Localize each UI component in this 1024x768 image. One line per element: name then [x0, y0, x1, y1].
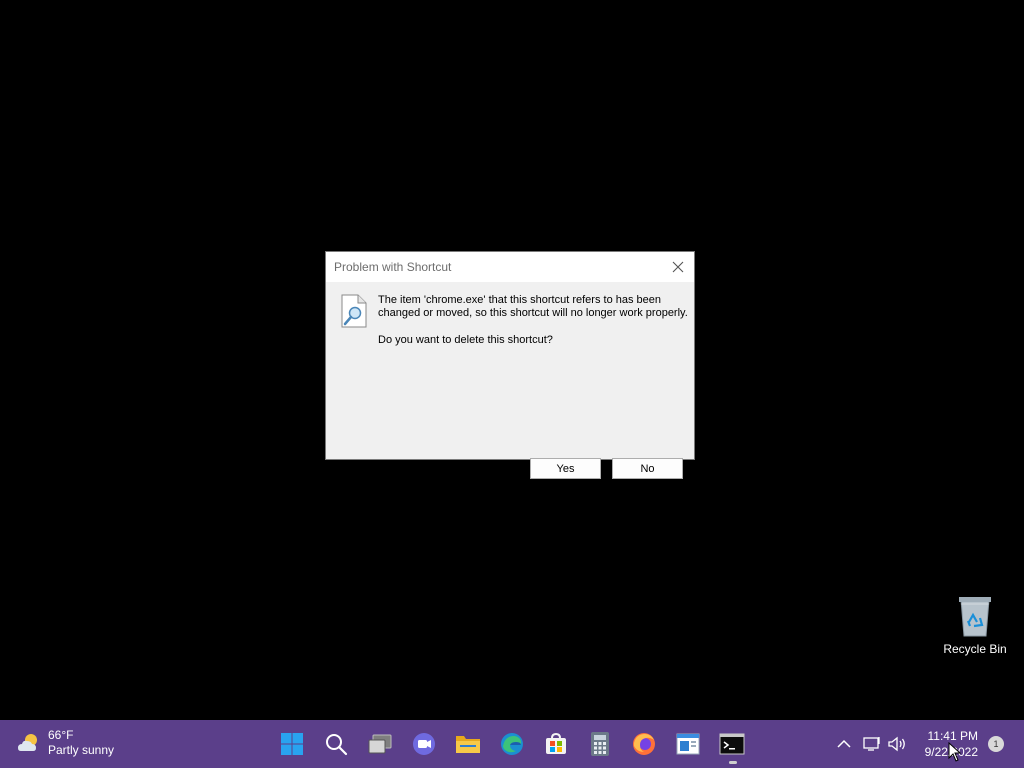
recycle-bin-icon	[959, 597, 991, 637]
notification-count-badge[interactable]: 1	[988, 736, 1004, 752]
task-view-icon	[368, 734, 392, 754]
show-hidden-icons-button[interactable]	[834, 720, 854, 768]
task-view-button[interactable]	[364, 728, 396, 760]
clock[interactable]: 11:41 PM 9/22/2022	[914, 728, 978, 760]
mouse-cursor-icon	[948, 742, 962, 762]
teams-chat-button[interactable]	[408, 728, 440, 760]
message-line-2: changed or moved, so this shortcut will …	[378, 307, 688, 319]
edge-button[interactable]	[496, 728, 528, 760]
close-icon	[672, 261, 684, 273]
no-button[interactable]: No	[612, 458, 683, 479]
dialog-message: The item 'chrome.exe' that this shortcut…	[378, 294, 690, 320]
edge-icon	[501, 733, 523, 755]
terminal-button[interactable]	[716, 728, 748, 760]
windows-logo-icon	[281, 733, 303, 755]
notepad-icon	[676, 733, 700, 755]
store-button[interactable]	[540, 728, 572, 760]
terminal-active-indicator	[729, 761, 737, 764]
calculator-icon	[591, 732, 609, 756]
weather-widget[interactable]: 66°F Partly sunny	[16, 728, 114, 758]
network-button[interactable]	[862, 720, 882, 768]
recycle-bin-shortcut[interactable]: Recycle Bin	[940, 594, 1010, 666]
dialog-question: Do you want to delete this shortcut?	[378, 334, 553, 346]
desktop: Recycle Bin Problem with Shortcut The it…	[0, 0, 1024, 720]
dialog-titlebar[interactable]: Problem with Shortcut	[326, 252, 694, 282]
speaker-icon	[888, 736, 905, 752]
firefox-button[interactable]	[628, 728, 660, 760]
clock-date: 9/22/2022	[914, 744, 978, 760]
dialog-title: Problem with Shortcut	[334, 260, 452, 274]
search-icon	[326, 734, 348, 756]
network-icon	[863, 737, 880, 751]
partly-sunny-icon	[18, 734, 37, 751]
taskbar: 66°F Partly sunny 11:41 PM	[0, 720, 1024, 768]
chevron-up-icon	[837, 739, 851, 748]
calculator-button[interactable]	[584, 728, 616, 760]
dialog-content: The item 'chrome.exe' that this shortcut…	[326, 282, 694, 479]
volume-button[interactable]	[886, 720, 908, 768]
start-button[interactable]	[276, 728, 308, 760]
terminal-icon	[719, 733, 745, 755]
message-line-1: The item 'chrome.exe' that this shortcut…	[378, 294, 662, 306]
firefox-icon	[633, 733, 655, 755]
yes-button[interactable]: Yes	[530, 458, 601, 479]
problem-with-shortcut-dialog: Problem with Shortcut The item 'chrome.e…	[325, 251, 695, 479]
chat-icon	[413, 733, 435, 755]
notepad-button[interactable]	[672, 728, 704, 760]
file-explorer-button[interactable]	[452, 728, 484, 760]
recycle-bin-label: Recycle Bin	[943, 642, 1007, 656]
weather-condition: Partly sunny	[48, 743, 115, 757]
close-button[interactable]	[662, 252, 694, 282]
document-magnifier-icon	[341, 294, 367, 328]
search-button[interactable]	[320, 728, 352, 760]
folder-icon	[456, 736, 480, 753]
weather-temp: 66°F	[48, 728, 74, 742]
clock-time: 11:41 PM	[927, 729, 978, 743]
store-icon	[546, 732, 566, 754]
